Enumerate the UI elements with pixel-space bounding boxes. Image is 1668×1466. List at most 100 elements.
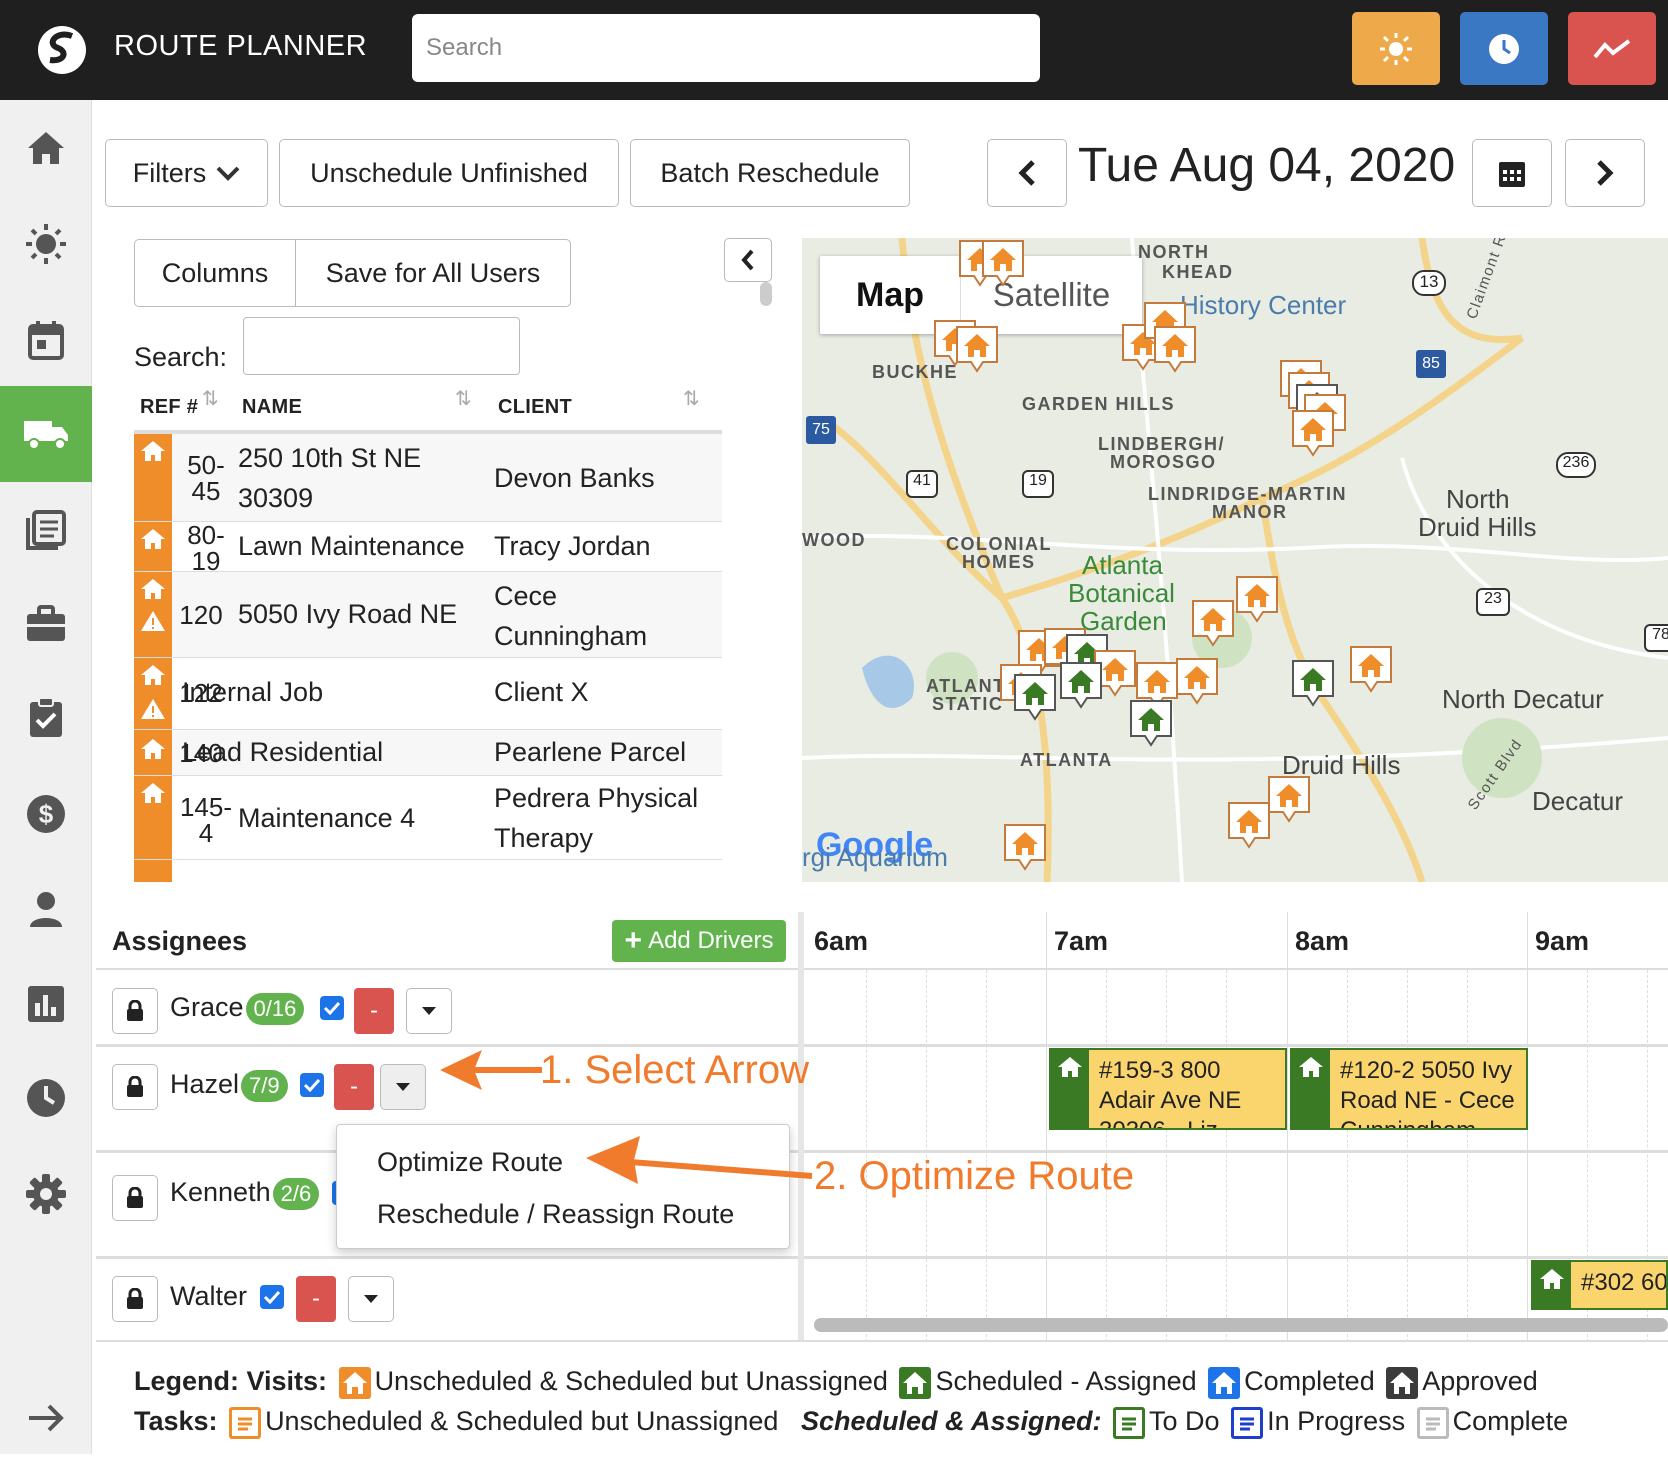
assignees-header: Assignees + Add Drivers xyxy=(96,912,798,970)
map-marker-house-icon[interactable] xyxy=(1128,698,1174,748)
search-label: Search: xyxy=(134,342,228,372)
sidebar-item-time[interactable] xyxy=(0,1050,92,1146)
check-icon xyxy=(303,1078,321,1092)
add-drivers-button[interactable]: + Add Drivers xyxy=(612,920,786,962)
table-scrollbar[interactable] xyxy=(760,282,772,306)
map-marker-house-icon[interactable] xyxy=(1290,408,1336,458)
timeline-scrollbar[interactable] xyxy=(814,1318,1668,1332)
legend-task-in-progress-icon xyxy=(1231,1406,1264,1439)
table-row[interactable]: 140 Lead Residential Pearlene Parcel xyxy=(134,730,722,776)
job-block[interactable]: #120-2 5050 Ivy Road NE - Cece Cunningha… xyxy=(1290,1048,1528,1130)
batch-reschedule-button[interactable]: Batch Reschedule xyxy=(630,139,910,207)
table-row[interactable]: 120 5050 Ivy Road NE Cece Cunningham xyxy=(134,572,722,658)
table-row[interactable]: 80- 19 Lawn Maintenance Tracy Jordan xyxy=(134,522,722,574)
map-marker-house-icon[interactable] xyxy=(954,324,1000,374)
menu-item-reschedule-reassign[interactable]: Reschedule / Reassign Route xyxy=(377,1199,734,1230)
arrow-right-icon xyxy=(29,1404,64,1432)
calendar-icon xyxy=(28,321,64,360)
map-marker-house-icon[interactable] xyxy=(1234,574,1280,624)
map-label: NORTH xyxy=(1138,242,1210,262)
legend-assigned-house-icon xyxy=(899,1366,932,1399)
map-marker-house-icon[interactable] xyxy=(1190,598,1236,648)
house-icon xyxy=(141,783,165,803)
clock-button[interactable] xyxy=(1460,12,1548,85)
save-for-all-users-button[interactable]: Save for All Users xyxy=(295,239,571,307)
annotation-arrow-1 xyxy=(440,1050,542,1090)
assignees-title: Assignees xyxy=(112,926,248,956)
sort-icon[interactable]: ⇅ xyxy=(202,386,219,411)
filters-button[interactable]: Filters xyxy=(105,139,268,207)
unschedule-unfinished-button[interactable]: Unschedule Unfinished xyxy=(279,139,619,207)
column-header-ref[interactable]: REF # xyxy=(140,396,198,419)
collapse-panel-button[interactable] xyxy=(724,238,772,282)
sidebar-item-billing[interactable]: $ xyxy=(0,766,92,862)
remove-driver-button[interactable]: - xyxy=(334,1064,374,1110)
remove-driver-button[interactable]: - xyxy=(296,1276,336,1322)
assignee-name: Walter xyxy=(170,1281,248,1311)
search-input[interactable] xyxy=(412,14,1040,82)
sidebar-item-home[interactable] xyxy=(0,100,92,196)
next-day-button[interactable] xyxy=(1565,139,1645,207)
lock-button[interactable] xyxy=(112,1276,158,1322)
route-menu-button[interactable] xyxy=(380,1064,426,1110)
columns-button[interactable]: Columns xyxy=(134,239,296,307)
annotation-step-1: 1. Select Arrow xyxy=(540,1048,810,1092)
sidebar-item-jobs[interactable] xyxy=(0,576,92,672)
menu-item-optimize-route[interactable]: Optimize Route xyxy=(377,1147,563,1178)
sidebar-item-route-planner[interactable] xyxy=(0,386,92,482)
sun-button[interactable] xyxy=(1352,12,1440,85)
sort-icon[interactable]: ⇅ xyxy=(455,386,472,411)
route-menu-button[interactable] xyxy=(348,1276,394,1322)
sidebar-expand[interactable] xyxy=(0,1370,92,1466)
column-header-client[interactable]: CLIENT xyxy=(498,396,572,419)
visible-checkbox[interactable] xyxy=(320,996,344,1020)
clock-icon xyxy=(27,1079,65,1117)
assignee-row: Walter - xyxy=(96,1259,798,1343)
legend-tasks: Tasks: Unscheduled & Scheduled but Unass… xyxy=(134,1406,1568,1439)
map-marker-house-icon[interactable] xyxy=(1348,644,1394,694)
route-map[interactable]: Map Satellite NORTH KHEAD History Center… xyxy=(802,238,1668,882)
map-marker-house-icon[interactable] xyxy=(1152,324,1198,374)
sidebar-item-weather[interactable] xyxy=(0,196,92,292)
sort-icon[interactable]: ⇅ xyxy=(683,386,700,411)
table-row[interactable]: 50- 45 250 10th St NE 30309 Devon Banks xyxy=(134,434,722,522)
chevron-right-icon xyxy=(1597,160,1614,186)
house-icon xyxy=(141,579,165,599)
lock-button[interactable] xyxy=(112,1064,158,1110)
table-row[interactable]: 145- 4 Maintenance 4 Pedrera Physical Th… xyxy=(134,776,722,860)
sun-icon xyxy=(26,224,66,264)
sidebar-item-reports[interactable] xyxy=(0,956,92,1052)
calendar-picker-button[interactable] xyxy=(1472,139,1552,207)
map-marker-house-icon[interactable] xyxy=(1012,672,1058,722)
gear-icon xyxy=(26,1174,66,1214)
map-marker-house-icon[interactable] xyxy=(1266,774,1312,824)
sidebar-item-settings[interactable] xyxy=(0,1146,92,1242)
remove-driver-button[interactable]: - xyxy=(354,988,394,1034)
visible-checkbox[interactable] xyxy=(260,1285,284,1309)
map-marker-house-icon[interactable] xyxy=(980,238,1026,288)
activity-button[interactable] xyxy=(1568,12,1656,85)
map-label: MOROSGO xyxy=(1110,452,1217,472)
annotation-step-2: 2. Optimize Route xyxy=(814,1154,1135,1198)
map-marker-house-icon[interactable] xyxy=(1058,660,1104,710)
prev-day-button[interactable] xyxy=(987,139,1067,207)
job-block[interactable]: #159-3 800 Adair Ave NE 30306 - Liz xyxy=(1049,1048,1287,1130)
sidebar-item-clients[interactable] xyxy=(0,862,92,958)
table-search-input[interactable] xyxy=(243,317,520,375)
lock-button[interactable] xyxy=(112,988,158,1034)
lock-button[interactable] xyxy=(112,1175,158,1221)
table-row[interactable]: 122 Internal Job Client X xyxy=(134,658,722,730)
route-menu-button[interactable] xyxy=(406,988,452,1034)
sidebar-item-tasks[interactable] xyxy=(0,670,92,766)
sidebar-item-calendar[interactable] xyxy=(0,292,92,388)
route-shield: 23 xyxy=(1476,588,1510,616)
column-header-name[interactable]: NAME xyxy=(242,396,302,419)
map-marker-house-icon[interactable] xyxy=(1174,656,1220,706)
visible-checkbox[interactable] xyxy=(300,1073,324,1097)
sidebar-item-records[interactable] xyxy=(0,482,92,578)
map-marker-house-icon[interactable] xyxy=(1226,800,1272,850)
map-marker-house-icon[interactable] xyxy=(1290,658,1336,708)
job-block[interactable]: #302 60 Jessup xyxy=(1531,1260,1668,1310)
clipboard-check-icon xyxy=(30,697,62,737)
map-marker-house-icon[interactable] xyxy=(1002,822,1048,872)
